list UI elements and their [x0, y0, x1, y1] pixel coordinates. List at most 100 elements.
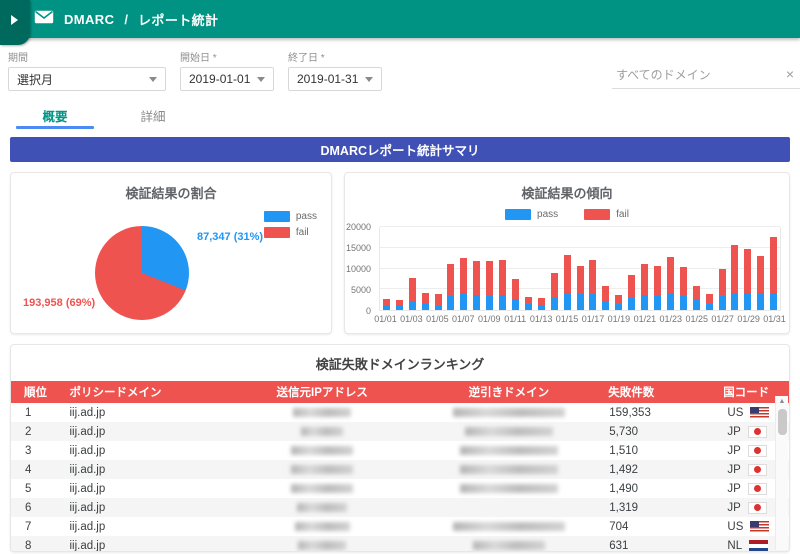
bar-fail-segment	[641, 264, 648, 296]
bar-pass-segment	[719, 296, 726, 310]
bar-pass-segment	[641, 295, 648, 310]
rank-cell: 5	[11, 479, 65, 498]
rank-cell: 8	[11, 536, 65, 552]
bar-pass-segment	[486, 296, 493, 310]
period-label: 期間	[8, 49, 166, 64]
redacted-reverse-domain	[453, 408, 565, 417]
bar-pass-segment	[538, 305, 545, 310]
column-header: 逆引きドメイン	[416, 381, 603, 403]
redacted-ip	[298, 541, 346, 550]
redacted-reverse-domain	[465, 427, 553, 436]
pie-fail-value: 193,958 (69%)	[23, 297, 95, 309]
bar-fail-segment	[757, 256, 764, 294]
bar-fail-segment	[383, 299, 390, 306]
fail-count-cell: 159,353	[602, 403, 703, 422]
bar-01/12	[525, 297, 532, 310]
rank-cell: 6	[11, 498, 65, 517]
sidebar-expand-button[interactable]	[0, 0, 30, 45]
fail-count-cell: 1,492	[602, 460, 703, 479]
column-header: ポリシードメイン	[65, 381, 228, 403]
column-header: 失敗件数	[602, 381, 703, 403]
policy-domain-cell: iij.ad.jp	[65, 441, 228, 460]
bar-01/22	[654, 266, 661, 310]
bar-fail-segment	[538, 298, 545, 305]
bar-fail-segment	[628, 275, 635, 298]
bar-01/17	[589, 260, 596, 310]
bar-slot	[380, 227, 393, 310]
source-ip-cell	[229, 479, 416, 498]
bar-pass-segment	[577, 294, 584, 310]
bar-01/08	[473, 261, 480, 310]
bar-pass-segment	[422, 304, 429, 310]
scrollbar-thumb[interactable]	[778, 409, 787, 435]
bar-fail-segment	[435, 294, 442, 306]
scroll-up-icon[interactable]: ▲	[776, 396, 788, 408]
bar-01/05	[435, 294, 442, 310]
table-row: 7iij.ad.jp704US	[11, 517, 789, 536]
country-code-label: JP	[727, 483, 740, 495]
bar-01/21	[641, 264, 648, 310]
clear-icon[interactable]: ×	[786, 66, 794, 82]
table-scrollbar: ▲	[775, 396, 788, 550]
bar-pass-segment	[667, 293, 674, 310]
source-ip-cell	[229, 498, 416, 517]
bar-01/07	[460, 258, 467, 310]
us-flag-icon	[750, 521, 769, 533]
bar-series	[380, 227, 780, 310]
bar-slot	[457, 227, 470, 310]
bar-01/26	[706, 294, 713, 310]
y-tick-label: 15000	[346, 243, 371, 253]
end-date-select[interactable]: 2019-01-31	[288, 67, 382, 91]
redacted-ip	[291, 484, 353, 493]
legend-label-fail: fail	[296, 227, 309, 238]
tab-overview[interactable]: 概要	[6, 101, 104, 129]
domain-search-input[interactable]	[612, 64, 800, 89]
bar-01/11	[512, 279, 519, 310]
y-tick-label: 10000	[346, 264, 371, 274]
bar-slot	[406, 227, 419, 310]
tab-detail[interactable]: 詳細	[104, 101, 202, 129]
country-code-label: JP	[727, 445, 740, 457]
ranking-table-title: 検証失敗ドメインランキング	[11, 345, 789, 381]
x-tick-label: 01/17	[582, 314, 605, 324]
fail-count-cell: 704	[602, 517, 703, 536]
x-tick-label: 01/11	[504, 314, 526, 324]
column-header: 順位	[11, 381, 65, 403]
legend-item-fail: fail	[584, 209, 629, 220]
table-row: 8iij.ad.jp631NL	[11, 536, 789, 552]
bar-pass-segment	[744, 293, 751, 310]
policy-domain-cell: iij.ad.jp	[65, 517, 228, 536]
end-date-value: 2019-01-31	[297, 72, 358, 86]
bar-01/02	[396, 300, 403, 310]
bar-fail-segment	[460, 258, 467, 293]
legend-item-fail: fail	[264, 227, 317, 238]
bar-slot	[393, 227, 406, 310]
bar-01/25	[693, 286, 700, 310]
start-date-select[interactable]: 2019-01-01	[180, 67, 274, 91]
table-row: 6iij.ad.jp1,319JP	[11, 498, 789, 517]
start-date-label: 開始日 *	[180, 49, 274, 64]
period-value: 選択月	[17, 71, 53, 88]
x-tick-label: 01/23	[660, 314, 683, 324]
bar-01/29	[744, 249, 751, 310]
table-row: 3iij.ad.jp1,510JP	[11, 441, 789, 460]
bar-01/09	[486, 261, 493, 310]
bar-fail-segment	[654, 266, 661, 296]
jp-flag-icon	[748, 464, 767, 476]
chevron-right-icon	[11, 15, 18, 25]
bar-slot	[470, 227, 483, 310]
bar-slot	[754, 227, 767, 310]
source-ip-cell	[229, 536, 416, 552]
bar-slot	[741, 227, 754, 310]
period-select[interactable]: 選択月	[8, 67, 166, 91]
rank-cell: 3	[11, 441, 65, 460]
x-tick-label: 01/15	[556, 314, 579, 324]
bar-fail-segment	[447, 264, 454, 296]
bar-slot	[419, 227, 432, 310]
bar-pass-segment	[589, 294, 596, 310]
bar-slot	[522, 227, 535, 310]
table-header: 順位ポリシードメイン送信元IPアドレス逆引きドメイン失敗件数国コード	[11, 381, 789, 403]
column-header: 送信元IPアドレス	[229, 381, 416, 403]
rank-cell: 1	[11, 403, 65, 422]
bar-01/31	[770, 237, 777, 310]
